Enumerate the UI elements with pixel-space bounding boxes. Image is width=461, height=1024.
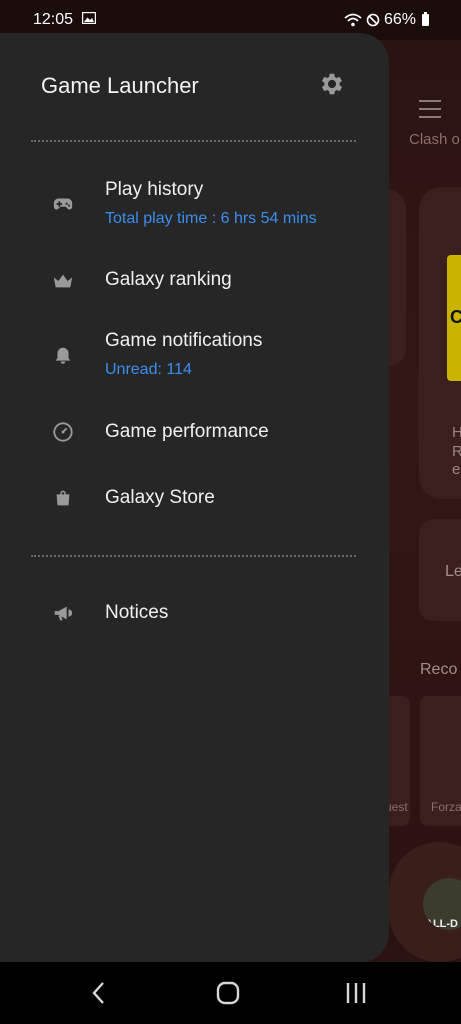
bg-game-avatar: ALL-D	[423, 878, 461, 930]
menu-item-galaxy-ranking[interactable]: Galaxy ranking	[0, 255, 389, 307]
drawer-title: Game Launcher	[41, 73, 199, 98]
menu-item-game-notifications[interactable]: Game notifications Unread: 114	[0, 320, 389, 390]
bg-league-label: Le	[445, 563, 461, 580]
wifi-icon	[344, 13, 362, 27]
bg-thumb-letter: C	[450, 307, 461, 327]
bg-card-text-e: e	[452, 461, 461, 478]
crown-icon	[53, 274, 73, 288]
play-history-total-time: Total play time : 6 hrs 54 mins	[105, 210, 317, 227]
notices-label: Notices	[105, 602, 169, 623]
hamburger-menu-icon[interactable]	[419, 100, 441, 118]
menu-item-galaxy-store[interactable]: Galaxy Store	[0, 473, 389, 525]
gamepad-icon	[53, 198, 73, 210]
divider-top	[31, 140, 356, 142]
bg-card-text-r: R	[452, 443, 461, 460]
divider-bottom	[31, 555, 356, 557]
menu-item-notices[interactable]: Notices	[0, 587, 389, 639]
recent-apps-icon[interactable]	[344, 981, 368, 1005]
shopping-bag-icon	[56, 490, 70, 506]
bg-card-text-h: H	[452, 424, 461, 441]
home-icon[interactable]	[216, 981, 240, 1005]
game-notifications-label: Game notifications	[105, 330, 263, 351]
navigation-drawer: Game Launcher Play history Total play ti…	[0, 33, 389, 963]
galaxy-ranking-label: Galaxy ranking	[105, 269, 232, 290]
game-performance-label: Game performance	[105, 421, 269, 442]
megaphone-icon	[54, 606, 73, 621]
system-navigation-bar	[0, 962, 461, 1024]
bg-game-thumbnail: C	[447, 255, 461, 381]
screen: Clash o C H R e Le Reco uest Forza ALL-D…	[0, 0, 461, 1024]
play-history-label: Play history	[105, 179, 204, 200]
do-not-disturb-icon	[366, 13, 380, 27]
status-time: 12:05	[33, 11, 74, 28]
bg-avatar-text: ALL-D	[425, 918, 458, 930]
gallery-notification-icon	[82, 12, 96, 24]
battery-icon	[422, 12, 429, 26]
back-icon[interactable]	[90, 981, 108, 1005]
speedometer-icon	[53, 422, 73, 442]
bg-forza-label: Forza	[431, 800, 461, 814]
unread-count: Unread: 114	[105, 361, 192, 378]
battery-percent: 66%	[383, 11, 416, 28]
menu-item-game-performance[interactable]: Game performance	[0, 406, 389, 458]
settings-gear-icon[interactable]	[318, 70, 346, 98]
galaxy-store-label: Galaxy Store	[105, 487, 215, 508]
bg-clash-label: Clash o	[409, 131, 460, 148]
menu-item-play-history[interactable]: Play history Total play time : 6 hrs 54 …	[0, 168, 389, 238]
bell-icon	[55, 347, 71, 364]
bg-recommend-label: Reco	[420, 661, 458, 678]
